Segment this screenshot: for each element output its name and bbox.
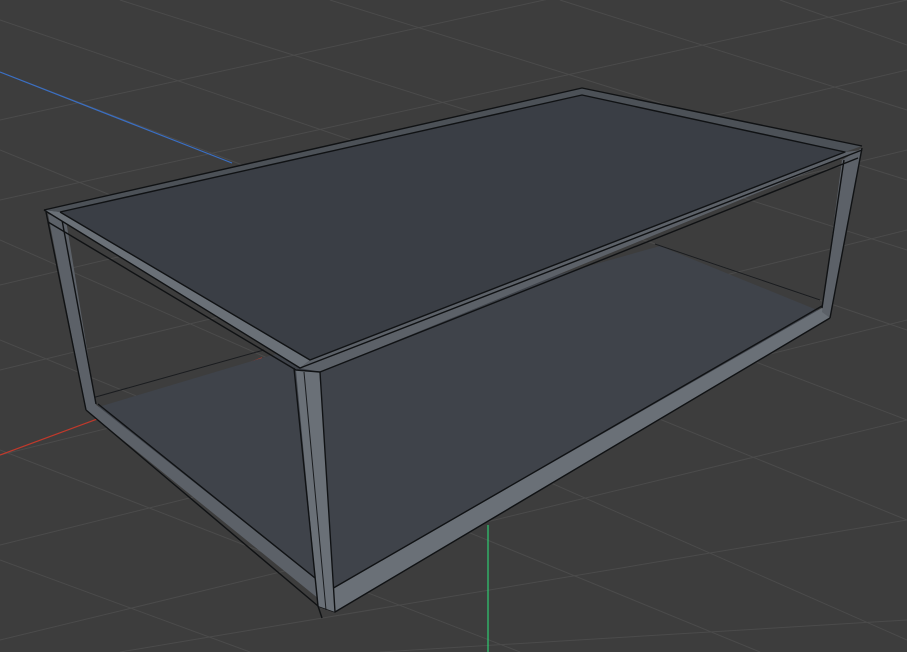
3d-viewport[interactable] (0, 0, 907, 652)
grid-line-a-8 (379, 619, 907, 652)
grid-line-b-6 (0, 559, 251, 652)
z-axis-line (0, 71, 233, 164)
grid-line-a-7 (119, 519, 907, 652)
leg-front-left (48, 214, 96, 410)
viewport-scene[interactable] (0, 0, 907, 652)
box-frame-object[interactable] (43, 87, 863, 619)
grid-line-b-9 (559, 0, 907, 111)
grid-line-b-10 (779, 0, 907, 46)
